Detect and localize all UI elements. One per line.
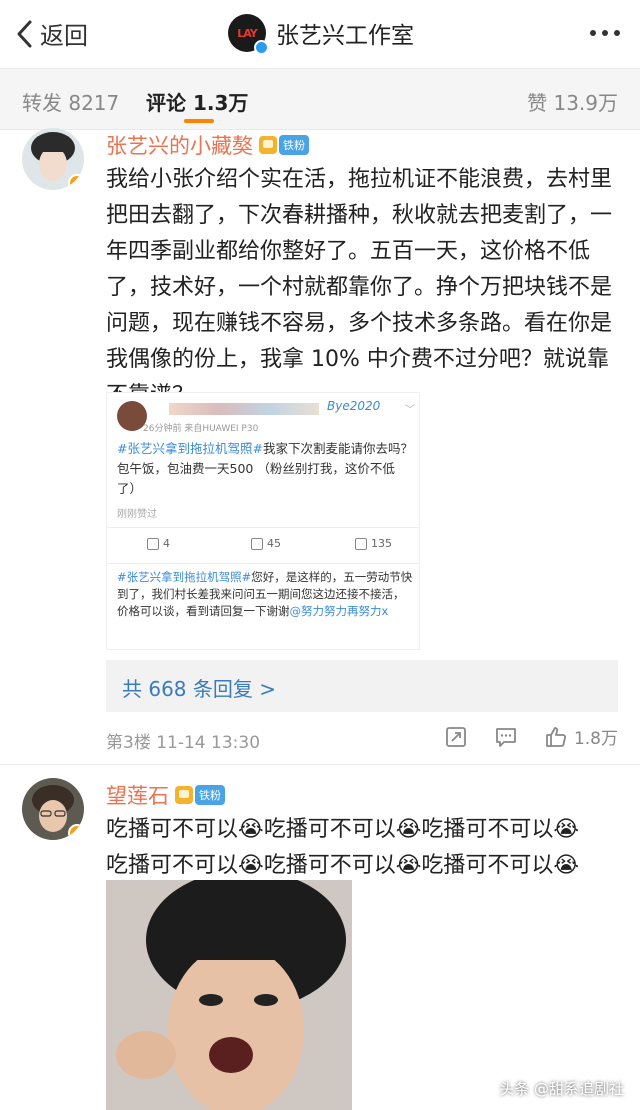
username-label: 望莲石 bbox=[106, 784, 169, 808]
embed-comment: 45 bbox=[251, 537, 281, 550]
fan-badge: 铁粉 bbox=[259, 135, 309, 155]
comment-actions: 1.8万 bbox=[444, 724, 618, 749]
meme-image[interactable] bbox=[106, 880, 352, 1110]
avatar[interactable] bbox=[22, 778, 84, 840]
tab-comment[interactable]: 评论 1.3万 bbox=[146, 87, 248, 116]
comment-text: 我给小张介绍个实在活，拖拉机证不能浪费，去村里把田去翻了，下次春耕播种，秋收就去… bbox=[106, 167, 613, 408]
comment-text: 吃播可不可以😭吃播可不可以😭吃播可不可以😭 吃播可不可以😭吃播可不可以😭吃播可不… bbox=[106, 812, 618, 884]
crown-icon bbox=[259, 136, 277, 154]
thumbs-up-icon bbox=[355, 537, 367, 550]
embed-reply-hashtag: #张艺兴拿到拖拉机驾照# bbox=[117, 570, 252, 584]
comment-line: 吃播可不可以😭吃播可不可以😭吃播可不可以😭 bbox=[106, 853, 580, 878]
back-label: 返回 bbox=[40, 22, 88, 50]
embed-hashtag: #张艺兴拿到拖拉机驾照# bbox=[117, 441, 263, 456]
fan-badge-label: 铁粉 bbox=[195, 785, 225, 805]
embed-like-count: 135 bbox=[371, 537, 392, 550]
active-tab-indicator bbox=[184, 119, 214, 123]
embed-text: #张艺兴拿到拖拉机驾照#我家下次割麦能请你去吗？包午饭，包油费一天500 （粉丝… bbox=[117, 439, 413, 499]
embed-blurred-name bbox=[169, 403, 319, 415]
top-bar: 返回 LAY 张艺兴工作室 bbox=[0, 0, 640, 68]
comment-icon bbox=[251, 537, 263, 550]
fan-badge-label: 铁粉 bbox=[279, 135, 309, 155]
embed-liked: 刚刚赞过 bbox=[117, 509, 157, 520]
username-label: 张艺兴的小藏獒 bbox=[106, 134, 253, 158]
view-replies-link[interactable]: 共 668 条回复 > bbox=[122, 673, 276, 702]
repost-icon[interactable] bbox=[444, 725, 468, 749]
embed-username: Bye2020 bbox=[327, 399, 381, 413]
comment-username[interactable]: 望莲石 铁粉 bbox=[106, 780, 225, 810]
more-options-icon[interactable] bbox=[590, 30, 620, 36]
chevron-left-icon bbox=[17, 20, 32, 47]
thumbs-up-icon[interactable] bbox=[544, 725, 568, 749]
embed-comment-count: 45 bbox=[267, 537, 281, 550]
embed-meta: 26分钟前 来自HUAWEI P30 bbox=[143, 424, 259, 434]
comment-icon[interactable] bbox=[494, 725, 518, 749]
embed-like: 135 bbox=[355, 537, 392, 550]
divider bbox=[107, 527, 419, 528]
fan-badge: 铁粉 bbox=[175, 785, 225, 805]
page-title-group: LAY 张艺兴工作室 bbox=[228, 14, 414, 55]
chevron-down-icon: ﹀ bbox=[405, 405, 415, 416]
avatar[interactable] bbox=[22, 128, 84, 190]
verified-icon bbox=[254, 40, 269, 55]
tab-like[interactable]: 赞 13.9万 bbox=[527, 87, 618, 116]
account-avatar[interactable]: LAY bbox=[228, 14, 269, 55]
tab-repost[interactable]: 转发 8217 bbox=[22, 87, 119, 116]
embedded-screenshot[interactable]: Bye2020 ﹀ 26分钟前 来自HUAWEI P30 #张艺兴拿到拖拉机驾照… bbox=[106, 392, 420, 650]
meme-picture bbox=[106, 880, 352, 1110]
divider bbox=[107, 563, 419, 564]
embed-repost: 4 bbox=[147, 537, 170, 550]
avatar-logo: LAY bbox=[237, 26, 257, 40]
comment-meta-row: 第3楼 11-14 13:30 1.8万 bbox=[106, 726, 618, 753]
comment-divider bbox=[0, 764, 640, 765]
verified-icon bbox=[68, 824, 84, 840]
comment-meta: 第3楼 11-14 13:30 bbox=[106, 733, 261, 753]
comment-username[interactable]: 张艺兴的小藏獒 铁粉 bbox=[106, 130, 309, 160]
repost-icon bbox=[147, 537, 159, 550]
watermark: 头条 @甜系追剧社 bbox=[499, 1080, 624, 1098]
embed-repost-count: 4 bbox=[163, 537, 170, 550]
replies-box[interactable]: 共 668 条回复 > bbox=[106, 660, 618, 712]
embed-reply-mention: @努力努力再努力x bbox=[289, 604, 389, 618]
back-button[interactable]: 返回 bbox=[14, 16, 88, 51]
comment-line: 吃播可不可以😭吃播可不可以😭吃播可不可以😭 bbox=[106, 817, 580, 842]
verified-icon bbox=[68, 174, 84, 190]
crown-icon bbox=[175, 786, 193, 804]
page-title: 张艺兴工作室 bbox=[276, 23, 414, 49]
embed-reply: #张艺兴拿到拖拉机驾照#您好，是这样的，五一劳动节快到了，我们村长差我来问问五一… bbox=[117, 569, 413, 620]
like-count: 1.8万 bbox=[573, 729, 618, 749]
tab-bar: 转发 8217 评论 1.3万 赞 13.9万 bbox=[0, 68, 640, 130]
